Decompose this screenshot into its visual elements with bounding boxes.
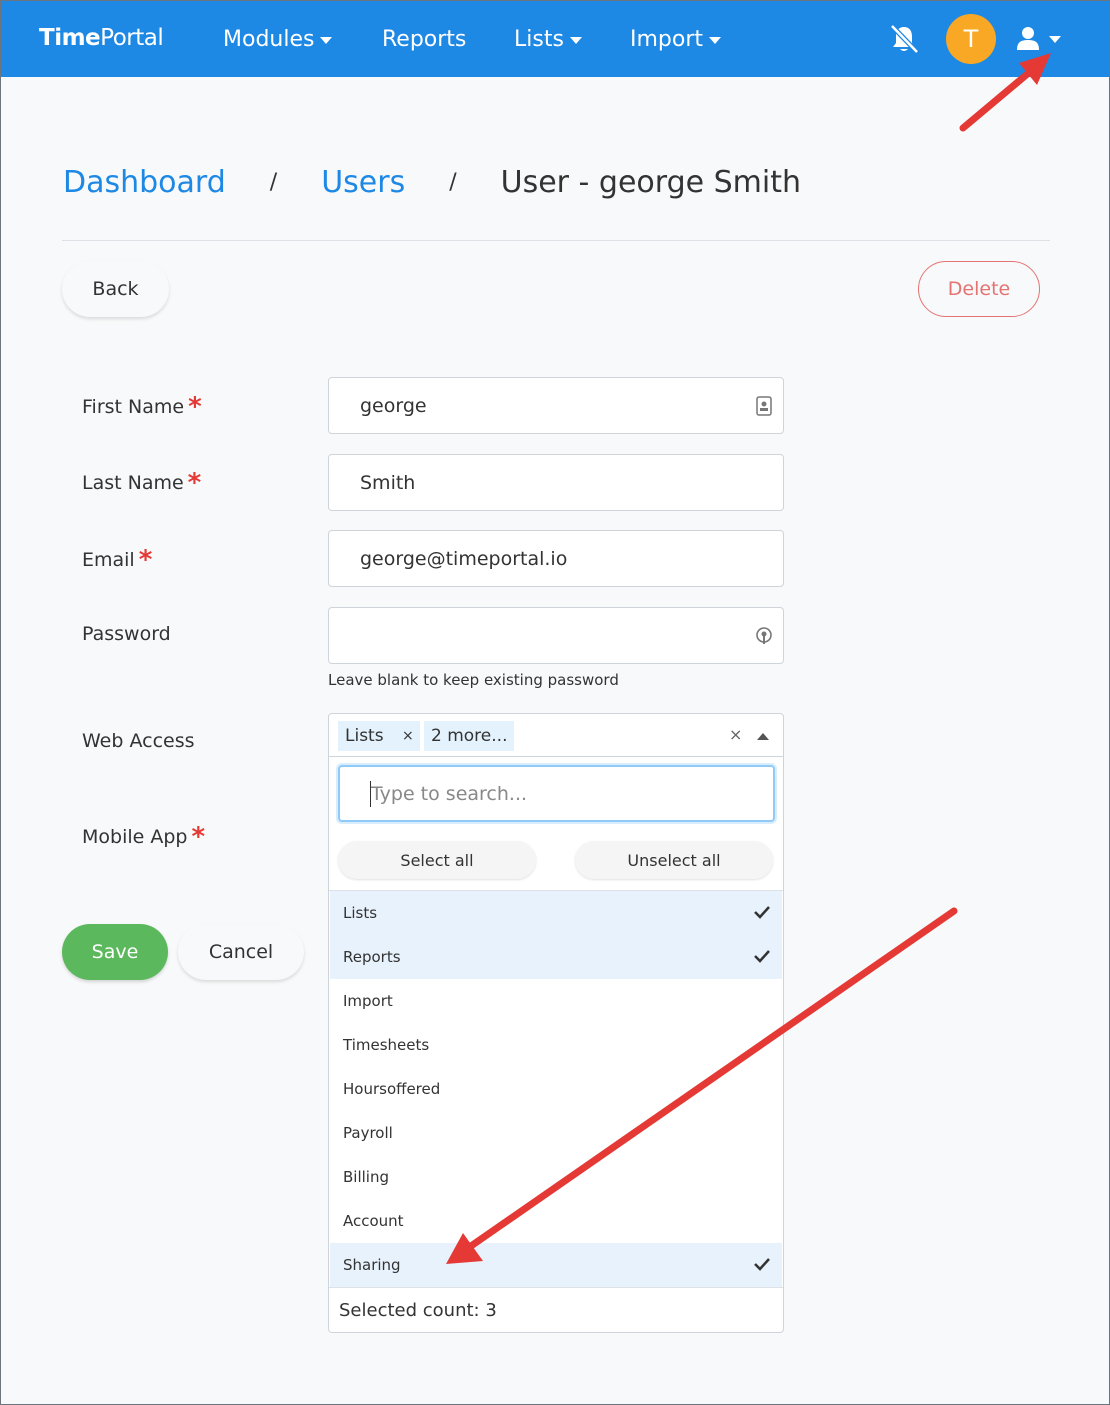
check-icon: [754, 950, 770, 963]
required-asterisk-icon: *: [138, 545, 153, 575]
password-label-text: Password: [82, 623, 171, 645]
option-timesheets[interactable]: Timesheets: [330, 1023, 782, 1067]
nav-reports-label: Reports: [382, 27, 467, 52]
breadcrumb-users[interactable]: Users: [321, 165, 405, 200]
caret-down-icon: [569, 37, 582, 44]
web-access-label: Web Access: [82, 730, 195, 752]
option-label: Sharing: [343, 1256, 401, 1274]
nav-import-label: Import: [630, 27, 704, 52]
contact-card-icon[interactable]: [755, 396, 773, 416]
page-title: User - george Smith: [500, 165, 801, 200]
option-label: Hoursoffered: [343, 1080, 441, 1098]
breadcrumb-separator: /: [269, 170, 278, 195]
web-access-label-text: Web Access: [82, 730, 195, 752]
tag-remove-label: ×: [402, 728, 414, 744]
option-label: Lists: [343, 904, 378, 922]
breadcrumb-dashboard[interactable]: Dashboard: [63, 165, 226, 200]
web-access-dropdown: Type to search... Select all Unselect al…: [328, 757, 784, 1333]
first-name-input[interactable]: george: [328, 377, 784, 434]
nav-reports[interactable]: Reports: [382, 27, 466, 52]
nav-lists[interactable]: Lists: [514, 27, 582, 52]
password-help-text: Leave blank to keep existing password: [328, 671, 619, 689]
mobile-app-label-text: Mobile App: [82, 826, 188, 848]
option-label: Billing: [343, 1168, 389, 1186]
first-name-label-text: First Name: [82, 396, 185, 418]
first-name-label: First Name *: [82, 394, 202, 420]
check-icon: [754, 906, 770, 919]
brand-part-portal: Portal: [100, 25, 164, 51]
tag-more[interactable]: 2 more...: [424, 721, 515, 751]
required-asterisk-icon: *: [188, 392, 202, 422]
email-label-text: Email: [82, 549, 135, 571]
last-name-label: Last Name *: [82, 470, 201, 496]
option-label: Timesheets: [343, 1036, 430, 1054]
chevron-up-icon[interactable]: [757, 733, 769, 740]
caret-down-icon: [709, 37, 722, 44]
option-label: Reports: [343, 948, 401, 966]
check-icon: [754, 1258, 770, 1271]
tag-remove-icon[interactable]: ×: [396, 721, 420, 751]
option-label: Payroll: [343, 1124, 393, 1142]
option-label: Import: [343, 992, 393, 1010]
caret-down-icon: [320, 37, 333, 44]
user-icon: [1017, 27, 1039, 50]
last-name-value: Smith: [360, 471, 416, 494]
brand-logo[interactable]: TimePortal: [39, 25, 164, 51]
option-lists[interactable]: Lists: [330, 891, 782, 935]
option-label: Account: [343, 1212, 404, 1230]
email-value: george@timeportal.io: [360, 547, 568, 570]
option-reports[interactable]: Reports: [330, 935, 782, 979]
email-label: Email *: [82, 547, 152, 573]
first-name-value: george: [360, 394, 427, 417]
tag-lists-label: Lists: [345, 726, 384, 746]
nav-lists-label: Lists: [514, 27, 564, 52]
required-asterisk-icon: *: [191, 822, 206, 852]
text-cursor: [370, 781, 371, 807]
header-divider: [62, 240, 1050, 241]
search-input[interactable]: Type to search...: [338, 765, 775, 822]
password-manager-icon[interactable]: [755, 626, 773, 646]
selected-count: Selected count: 3: [339, 1300, 497, 1321]
option-hoursoffered[interactable]: Hoursoffered: [330, 1067, 782, 1111]
tag-lists: Lists: [338, 721, 396, 751]
option-account[interactable]: Account: [330, 1199, 782, 1243]
avatar[interactable]: T: [946, 14, 996, 64]
cancel-button[interactable]: Cancel: [178, 924, 304, 980]
nav-modules[interactable]: Modules: [223, 27, 333, 52]
option-sharing[interactable]: Sharing: [330, 1243, 782, 1287]
select-all-button[interactable]: Select all: [338, 841, 536, 879]
bell-slash-icon[interactable]: [887, 23, 921, 55]
last-name-input[interactable]: Smith: [328, 454, 784, 511]
required-asterisk-icon: *: [187, 468, 202, 498]
nav-import[interactable]: Import: [630, 27, 722, 52]
option-billing[interactable]: Billing: [330, 1155, 782, 1199]
nav-modules-label: Modules: [223, 27, 315, 52]
brand-part-time: Time: [39, 25, 101, 51]
option-payroll[interactable]: Payroll: [330, 1111, 782, 1155]
search-placeholder: Type to search...: [371, 782, 528, 805]
delete-button[interactable]: Delete: [918, 261, 1040, 317]
unselect-all-button[interactable]: Unselect all: [575, 841, 773, 879]
breadcrumb: Dashboard / Users / User - george Smith: [63, 165, 801, 200]
avatar-initial: T: [963, 25, 979, 53]
back-button[interactable]: Back: [62, 261, 169, 317]
tag-more-label: 2 more...: [431, 726, 508, 746]
user-menu-toggle[interactable]: [1015, 25, 1061, 51]
top-navbar: TimePortal Modules Reports Lists Import …: [1, 1, 1109, 77]
option-import[interactable]: Import: [330, 979, 782, 1023]
email-input[interactable]: george@timeportal.io: [328, 530, 784, 587]
arrow-to-user-menu-icon: [959, 67, 1035, 132]
mobile-app-label: Mobile App *: [82, 824, 205, 850]
breadcrumb-separator: /: [449, 170, 457, 195]
caret-down-icon: [1049, 35, 1061, 43]
last-name-label-text: Last Name: [82, 472, 184, 494]
clear-selection-icon[interactable]: ×: [729, 725, 742, 744]
count-divider: [329, 1287, 783, 1288]
password-label: Password: [82, 623, 171, 645]
web-access-multiselect[interactable]: Lists × 2 more...: [328, 713, 784, 757]
save-button[interactable]: Save: [62, 924, 168, 980]
password-input[interactable]: [328, 607, 784, 664]
